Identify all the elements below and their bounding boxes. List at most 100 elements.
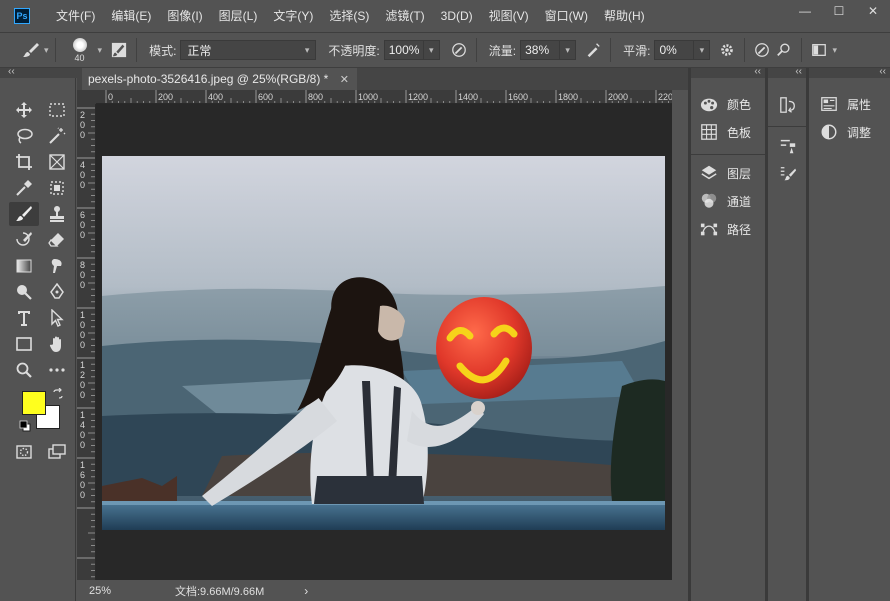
maximize-button[interactable]: ☐ <box>822 0 856 22</box>
ruler-label: 0 <box>80 220 85 230</box>
brush-settings-panel-button[interactable] <box>778 136 806 156</box>
ruler-label: 1200 <box>408 92 428 102</box>
menu-3d[interactable]: 3D(D) <box>433 0 481 32</box>
document-info[interactable]: 文档:9.66M/9.66M <box>175 583 264 599</box>
chevron-down-icon[interactable]: ▾ <box>44 45 49 56</box>
panel-collapse-strip-1[interactable]: ‹‹ <box>690 66 765 78</box>
opacity-dropdown-icon[interactable]: ▾ <box>423 40 440 60</box>
document-image[interactable] <box>102 156 665 530</box>
default-colors-icon[interactable] <box>19 420 31 432</box>
collapse-icon[interactable]: ‹‹ <box>879 66 886 77</box>
eyedropper-tool-icon[interactable] <box>9 176 39 200</box>
menu-type[interactable]: 文字(Y) <box>265 0 321 32</box>
foreground-color-swatch[interactable] <box>22 391 46 415</box>
layers-icon <box>699 163 719 183</box>
close-icon[interactable]: ✕ <box>340 73 349 86</box>
document-tab[interactable]: pexels-photo-3526416.jpeg @ 25%(RGB/8) *… <box>82 68 357 90</box>
channels-icon <box>699 191 719 211</box>
path-selection-tool-icon[interactable] <box>42 306 72 330</box>
pressure-size-icon[interactable] <box>751 39 773 61</box>
collapse-icon[interactable]: ‹‹ <box>754 66 761 77</box>
panel-collapse-strip-2[interactable]: ‹‹ <box>768 66 806 78</box>
opacity-label: 不透明度: <box>328 43 380 58</box>
smoothing-input[interactable]: 0% <box>654 40 695 60</box>
document-tab-bar: pexels-photo-3526416.jpeg @ 25%(RGB/8) *… <box>77 68 688 90</box>
brush-tool-preset-icon[interactable] <box>20 39 42 61</box>
workspace-icon[interactable] <box>808 39 830 61</box>
swatches-panel-button[interactable]: 色板 <box>699 122 751 142</box>
screen-mode-icon[interactable] <box>42 440 72 464</box>
flow-input[interactable]: 38% <box>520 40 561 60</box>
marquee-tool-icon[interactable] <box>42 98 72 122</box>
menu-image[interactable]: 图像(I) <box>159 0 210 32</box>
menu-help[interactable]: 帮助(H) <box>596 0 653 32</box>
adjustments-panel-button[interactable]: 调整 <box>819 122 871 142</box>
gradient-tool-icon[interactable] <box>9 254 39 278</box>
menu-view[interactable]: 视图(V) <box>481 0 537 32</box>
brush-preset-picker[interactable]: 40 <box>62 35 98 65</box>
panel-collapse-strip-3[interactable]: ‹‹ <box>809 66 890 78</box>
divider <box>136 38 138 62</box>
clone-stamp-tool-icon[interactable] <box>42 202 72 226</box>
menu-select[interactable]: 选择(S) <box>321 0 377 32</box>
vertical-ruler[interactable]: 2004006008001000120014001600 <box>77 104 96 580</box>
smoothing-dropdown-icon[interactable]: ▾ <box>694 40 711 60</box>
quick-mask-icon[interactable] <box>9 440 39 464</box>
tools-panel <box>0 78 76 601</box>
menu-filter[interactable]: 滤镜(T) <box>377 0 432 32</box>
gear-icon[interactable] <box>716 39 738 61</box>
pen-tool-icon[interactable] <box>42 280 72 304</box>
dodge-tool-icon[interactable] <box>9 280 39 304</box>
layers-panel-button[interactable]: 图层 <box>699 163 751 183</box>
menu-file[interactable]: 文件(F) <box>48 0 103 32</box>
rectangle-tool-icon[interactable] <box>9 332 39 356</box>
properties-panel-button[interactable]: 属性 <box>819 94 871 114</box>
paths-icon <box>699 219 719 239</box>
symmetry-search-icon[interactable] <box>773 39 795 61</box>
menu-edit[interactable]: 编辑(E) <box>103 0 159 32</box>
zoom-level[interactable]: 25% <box>89 585 129 597</box>
mode-select[interactable]: 正常 ▾ <box>180 40 317 60</box>
crop-tool-icon[interactable] <box>9 150 39 174</box>
ruler-origin[interactable] <box>77 90 96 104</box>
brush-tool-icon[interactable] <box>9 202 39 226</box>
chevron-down-icon[interactable]: ▾ <box>832 45 837 56</box>
flow-label: 流量: <box>488 43 517 58</box>
ruler-label: 2 <box>80 110 85 120</box>
airbrush-icon[interactable] <box>582 39 604 61</box>
flow-dropdown-icon[interactable]: ▾ <box>560 40 577 60</box>
hand-tool-icon[interactable] <box>42 332 72 356</box>
move-tool-icon[interactable] <box>9 98 39 122</box>
brushes-panel-button[interactable] <box>778 164 806 184</box>
lasso-tool-icon[interactable] <box>9 124 39 148</box>
chevron-down-icon[interactable]: ▾ <box>98 45 103 56</box>
menu-layer[interactable]: 图层(L) <box>211 0 266 32</box>
history-panel-button[interactable] <box>778 95 806 115</box>
paths-panel-button[interactable]: 路径 <box>699 219 751 239</box>
menu-window[interactable]: 窗口(W) <box>537 0 596 32</box>
collapse-icon[interactable]: ‹‹ <box>8 66 15 77</box>
channels-panel-button[interactable]: 通道 <box>699 191 751 211</box>
status-menu-arrow-icon[interactable]: › <box>304 584 308 598</box>
opacity-input[interactable]: 100% <box>383 40 424 60</box>
magic-wand-tool-icon[interactable] <box>42 124 72 148</box>
zoom-tool-icon[interactable] <box>9 358 39 382</box>
brush-settings-icon[interactable] <box>108 39 130 61</box>
toolbar-collapse-strip[interactable]: ‹‹ <box>0 66 77 78</box>
horizontal-ruler[interactable]: 0 200 400 600 800 1000 1200 1400 1600 1800 2000 220… <box>96 90 672 104</box>
frame-tool-icon[interactable] <box>42 150 72 174</box>
pressure-opacity-icon[interactable] <box>448 39 470 61</box>
minimize-button[interactable]: — <box>788 0 822 22</box>
close-button[interactable]: ✕ <box>856 0 890 22</box>
ruler-label: 1 <box>80 410 85 420</box>
ruler-label: 1000 <box>358 92 378 102</box>
object-selection-icon[interactable] <box>42 176 72 200</box>
collapse-icon[interactable]: ‹‹ <box>795 66 802 77</box>
smudge-tool-icon[interactable] <box>42 254 72 278</box>
eraser-tool-icon[interactable] <box>42 228 72 252</box>
more-tools-icon[interactable] <box>42 358 72 382</box>
swap-colors-icon[interactable] <box>52 387 64 400</box>
type-tool-icon[interactable] <box>9 306 39 330</box>
history-brush-tool-icon[interactable] <box>9 228 39 252</box>
color-panel-button[interactable]: 颜色 <box>699 94 751 114</box>
